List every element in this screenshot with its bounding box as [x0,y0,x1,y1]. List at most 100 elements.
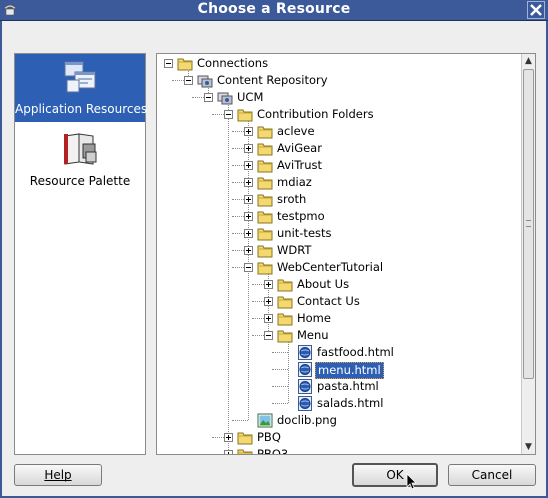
html-file-icon [297,396,313,411]
tree-node-label: UCM [237,90,264,104]
folder-icon [237,107,253,122]
tree-node[interactable]: Contribution Folders [157,106,517,123]
collapse-icon[interactable] [184,76,193,85]
tree-node[interactable]: WebCenterTutorial [157,259,517,276]
tree-node[interactable]: sroth [157,191,517,208]
expand-icon[interactable] [244,246,253,255]
tree-node[interactable]: Home [157,310,517,327]
expand-icon[interactable] [244,127,253,136]
resource-tree: Connections Content Repository UCM Contribu… [156,53,536,455]
tree-node-label: testpmo [277,209,325,223]
tree-node[interactable]: menu.html [157,361,517,379]
tree-node[interactable]: PBQ [157,429,517,446]
tree-node[interactable]: doclib.png [157,412,517,429]
tree-node[interactable]: Connections [157,55,517,72]
mouse-cursor-icon [406,473,417,490]
title-bar: Choose a Resource [0,0,548,21]
tree-node-label: AviTrust [277,158,323,172]
scroll-thumb[interactable] [523,69,534,379]
close-icon[interactable] [527,1,545,19]
tree-node[interactable]: Menu [157,327,517,344]
tree-node-label: mdiaz [277,175,312,189]
tree-node-label: Menu [297,328,329,342]
tree-node-label: pasta.html [317,379,379,393]
application-resources-icon [64,61,96,93]
cancel-button-label: Cancel [471,468,513,482]
tree-node-label: PBQ [257,430,281,444]
expand-icon[interactable] [244,144,253,153]
tree-node-label: PBQ3 [257,447,289,454]
tree-node-label: WebCenterTutorial [277,260,384,274]
image-file-icon [257,413,273,428]
expand-icon[interactable] [264,297,273,306]
folder-icon [277,277,293,292]
folder-icon [257,192,273,207]
collapse-icon[interactable] [224,110,233,119]
cancel-button[interactable]: Cancel [448,464,536,486]
ok-button[interactable]: OK [352,463,438,487]
folder-icon [257,260,273,275]
resource-category-list: Application Resources Resource Palette [14,53,148,455]
expand-icon[interactable] [264,280,273,289]
folder-icon [257,209,273,224]
help-button[interactable]: Help [14,464,102,486]
sidebar-item-application-resources[interactable]: Application Resources [15,54,148,122]
resource-palette-icon [64,133,97,165]
expand-icon[interactable] [224,450,233,454]
tree-node-label: menu.html [315,362,384,379]
window-title: Choose a Resource [197,1,351,17]
html-file-icon [297,362,313,377]
scroll-up-icon[interactable]: ▲ [522,54,535,68]
tree-node-label: Home [297,311,331,325]
tree-node[interactable]: testpmo [157,208,517,225]
tree-node[interactable]: AviGear [157,140,517,157]
tree-node-label: Connections [197,56,269,70]
tree-node[interactable]: UCM [157,89,517,106]
tree-node[interactable]: About Us [157,276,517,293]
tree-node[interactable]: mdiaz [157,174,517,191]
expand-icon[interactable] [244,178,253,187]
tree-node-label: Contribution Folders [257,107,374,121]
expand-icon[interactable] [244,212,253,221]
collapse-icon[interactable] [264,331,273,340]
vertical-scrollbar[interactable]: ▲ ▼ [521,54,535,454]
html-file-icon [297,345,313,360]
scroll-down-icon[interactable]: ▼ [522,440,535,454]
tree-node-label: AviGear [277,141,322,155]
grip-icon [526,220,531,227]
sidebar-item-resource-palette[interactable]: Resource Palette [15,126,145,194]
repository-icon [217,90,233,105]
expand-icon[interactable] [224,433,233,442]
folder-icon [177,56,193,71]
tree-node[interactable]: AviTrust [157,157,517,174]
folder-icon [257,226,273,241]
sidebar-item-label: Application Resources [15,102,148,116]
tree-node[interactable]: Content Repository [157,72,517,89]
expand-icon[interactable] [244,195,253,204]
folder-icon [277,294,293,309]
tree-node-label: Content Repository [217,73,328,87]
tree-node-label: About Us [297,277,350,291]
folder-icon [257,158,273,173]
expand-icon[interactable] [244,161,253,170]
tree-node-label: unit-tests [277,226,332,240]
expand-icon[interactable] [264,314,273,323]
help-button-label: Help [44,468,72,482]
ok-button-label: OK [386,468,404,482]
tree-node[interactable]: Contact Us [157,293,517,310]
tree-node[interactable]: PBQ3 [157,446,517,454]
tree-node[interactable]: acleve [157,123,517,140]
tree-node[interactable]: salads.html [157,395,517,412]
repository-icon [197,73,213,88]
expand-icon[interactable] [244,229,253,238]
tree-node[interactable]: WDRT [157,242,517,259]
tree-node[interactable]: fastfood.html [157,344,517,361]
folder-icon [237,447,253,454]
tree-node[interactable]: pasta.html [157,378,517,395]
tree-node[interactable]: unit-tests [157,225,517,242]
collapse-icon[interactable] [164,59,173,68]
folder-icon [237,430,253,445]
collapse-icon[interactable] [244,263,253,272]
collapse-icon[interactable] [204,93,213,102]
sidebar-item-label: Resource Palette [29,174,131,188]
